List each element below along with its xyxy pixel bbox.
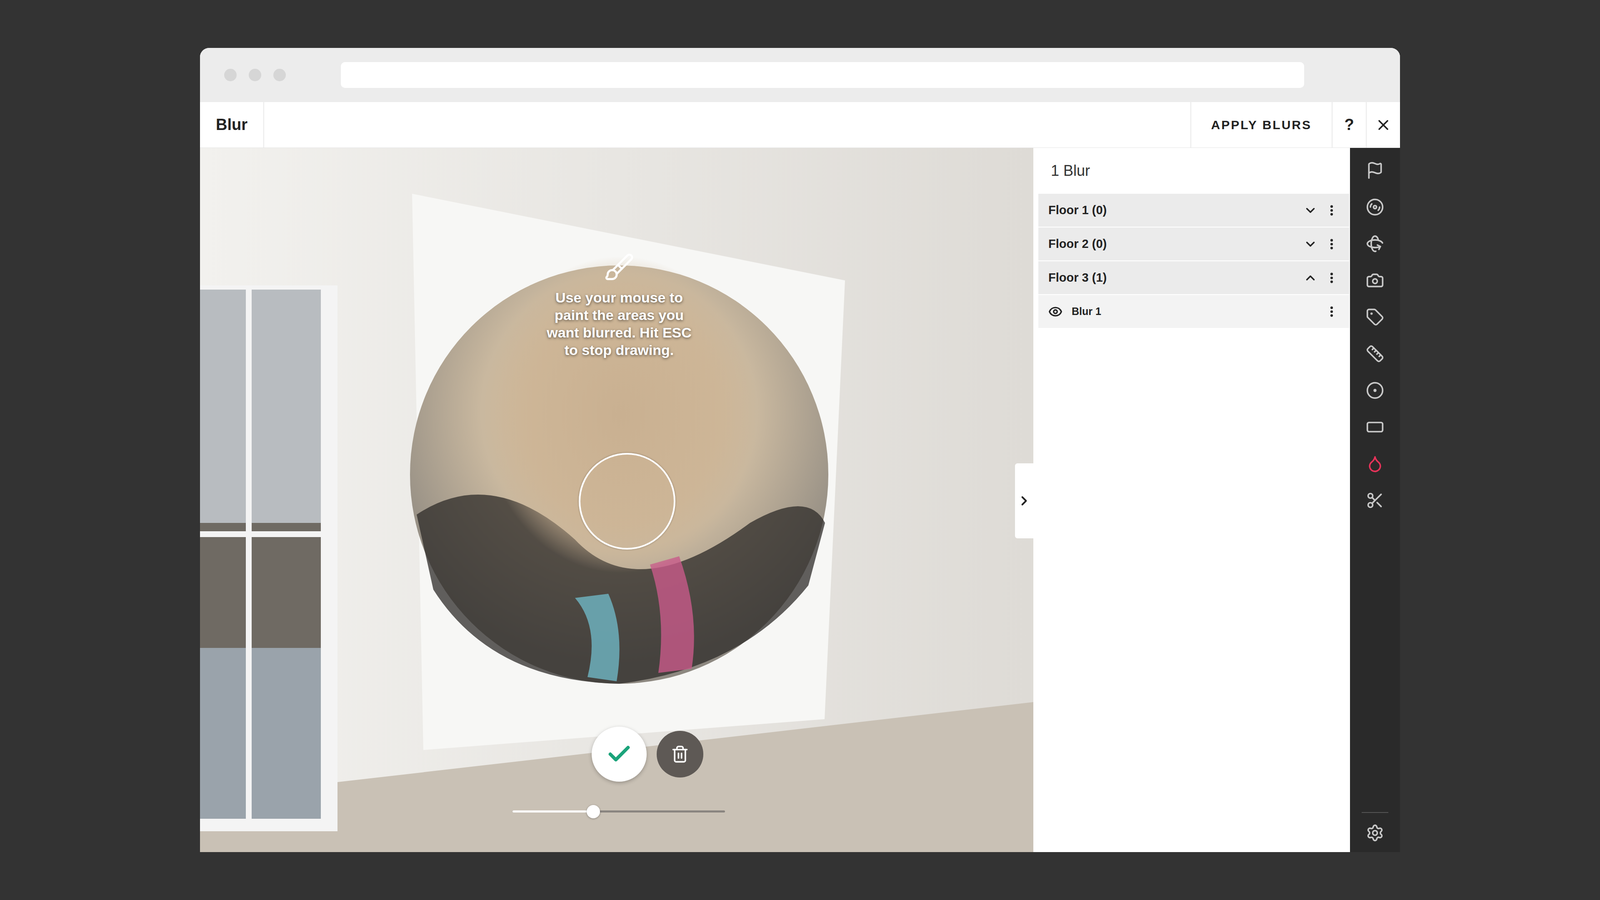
eye-icon (1048, 304, 1063, 319)
expand-button[interactable] (1303, 203, 1318, 218)
tag-icon (1365, 307, 1385, 327)
brush-size-slider[interactable] (512, 810, 725, 813)
more-vertical-icon (1325, 203, 1339, 218)
blur-actions (591, 726, 704, 782)
maximize-dot[interactable] (273, 68, 286, 82)
chevron-up-icon (1303, 270, 1318, 285)
floor-label: Floor 2 (0) (1048, 237, 1296, 251)
ruler-icon (1365, 344, 1385, 363)
tool-button[interactable] (1365, 344, 1385, 363)
settings-button[interactable] (1365, 823, 1385, 843)
instruction-line: Use your mouse to (555, 288, 683, 307)
slider-knob[interactable] (586, 805, 600, 819)
more-vertical-icon (1325, 237, 1339, 251)
browser-window: Blur APPLY BLURS? Use your mouse topaint t… (200, 47, 1400, 853)
floor-row[interactable]: Floor 2 (0) (1038, 227, 1350, 261)
minimize-dot[interactable] (248, 68, 262, 82)
blur-menu-button[interactable] (1325, 305, 1339, 319)
floor-menu-button[interactable] (1325, 237, 1339, 251)
floor-row[interactable]: Floor 3 (1) (1038, 261, 1350, 295)
close-button[interactable] (1365, 102, 1400, 148)
tool-button[interactable] (1365, 234, 1385, 253)
blur-row[interactable]: Blur 1 (1038, 295, 1350, 328)
tool-button[interactable] (1365, 417, 1385, 437)
floor-menu-button[interactable] (1325, 271, 1339, 285)
gear-icon (1365, 823, 1385, 843)
target-icon (1365, 381, 1385, 400)
app-header: Blur APPLY BLURS? (200, 102, 1400, 148)
toolbar-divider (1361, 812, 1389, 813)
floor-menu-button[interactable] (1325, 203, 1339, 218)
instruction-text: Use your mouse topaint the areas youwant… (546, 288, 692, 359)
panel-title: 1 Blur (1038, 147, 1350, 194)
window-controls (224, 68, 286, 82)
more-vertical-icon (1325, 305, 1339, 319)
check-icon (605, 740, 633, 768)
blur-label: Blur 1 (1071, 305, 1316, 318)
film-icon (1365, 417, 1385, 437)
panorama-360-icon (1365, 234, 1385, 253)
blur-panel: 1 Blur Floor 1 (0) Floor 2 (0) Floor 3 (1) B… (1033, 147, 1350, 853)
delete-button[interactable] (656, 730, 704, 778)
viewer: Use your mouse topaint the areas youwant… (200, 147, 1034, 853)
browser-toolbar (200, 47, 1400, 103)
apply-blurs-button[interactable]: APPLY BLURS (1190, 102, 1332, 148)
tool-button[interactable] (1365, 454, 1385, 473)
tool-sidebar (1350, 147, 1400, 853)
floor-row[interactable]: Floor 1 (0) (1038, 193, 1350, 227)
main-area: Use your mouse topaint the areas youwant… (200, 147, 1400, 853)
blur-droplet-icon (1365, 454, 1385, 473)
more-vertical-icon (1325, 271, 1339, 285)
brush-cursor[interactable] (578, 452, 676, 550)
chevron-down-icon (1303, 203, 1318, 218)
camera-icon (1365, 271, 1385, 290)
instruction-line: want blurred. Hit ESC (546, 323, 692, 342)
trash-icon (670, 745, 690, 764)
close-dot[interactable] (224, 68, 237, 82)
tool-button[interactable] (1365, 197, 1385, 217)
close-icon (1375, 116, 1392, 134)
tool-button[interactable] (1365, 491, 1385, 510)
desktop: Blur APPLY BLURS? Use your mouse topaint t… (0, 0, 1600, 900)
expand-button[interactable] (1303, 237, 1318, 252)
collapse-panel-tab[interactable] (1015, 463, 1034, 539)
tool-list (1365, 161, 1385, 813)
start-location-icon (1365, 161, 1385, 180)
floor-icon (1365, 197, 1385, 217)
tool-button[interactable] (1365, 161, 1385, 180)
floor-label: Floor 1 (0) (1048, 203, 1296, 218)
confirm-button[interactable] (591, 726, 647, 782)
instruction-line: paint the areas you (554, 306, 684, 324)
slider-fill (512, 810, 594, 813)
app-title: Blur (200, 102, 265, 148)
chevron-right-icon (1016, 493, 1032, 509)
tool-button[interactable] (1365, 307, 1385, 327)
chevron-down-icon (1303, 237, 1318, 252)
expand-button[interactable] (1303, 270, 1318, 285)
address-bar[interactable] (340, 62, 1305, 88)
help-button[interactable]: ? (1331, 102, 1366, 148)
floor-list: Floor 1 (0) Floor 2 (0) Floor 3 (1) Blur 1 (1038, 193, 1350, 328)
scissors-icon (1365, 491, 1385, 510)
floor-label: Floor 3 (1) (1048, 270, 1296, 285)
brush-icon (603, 252, 635, 283)
tool-button[interactable] (1365, 381, 1385, 400)
visibility-toggle[interactable] (1048, 304, 1063, 319)
tool-button[interactable] (1365, 271, 1385, 290)
instruction-line: to stop drawing. (564, 341, 675, 359)
instruction-overlay: Use your mouse topaint the areas youwant… (546, 252, 692, 359)
